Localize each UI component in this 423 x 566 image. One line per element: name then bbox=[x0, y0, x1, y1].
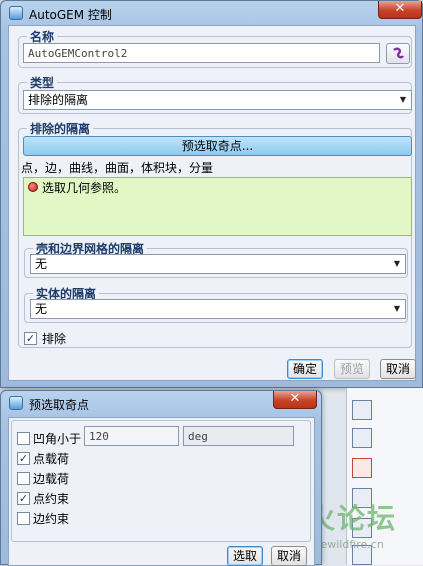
type-selected: 排除的隔离 bbox=[28, 93, 89, 107]
close-button[interactable]: ✕ bbox=[378, 1, 422, 19]
dialog-body: 名称 AutoGEMControl2 类型 排除的隔离 ▼ 排除的隔离 预选取奇… bbox=[8, 25, 416, 381]
exclude-label: 排除 bbox=[42, 332, 67, 346]
point-constraint-label: 点约束 bbox=[33, 492, 70, 506]
dialog-title: AutoGEM 控制 bbox=[29, 8, 112, 22]
point-load-checkbox[interactable]: ✓ bbox=[17, 452, 30, 465]
chevron-down-icon: ▼ bbox=[393, 304, 401, 313]
type-legend: 类型 bbox=[30, 76, 55, 90]
angle-unit: deg bbox=[183, 426, 294, 446]
exclude-checkbox[interactable]: ✓ bbox=[24, 332, 37, 345]
reference-collector[interactable]: 选取几何参照。 bbox=[23, 177, 412, 236]
angle-input[interactable]: 120 bbox=[84, 426, 179, 446]
edge-load-label: 边载荷 bbox=[33, 472, 70, 486]
close-button[interactable]: ✕ bbox=[273, 391, 317, 409]
cancel-button[interactable]: 取消 bbox=[271, 546, 307, 566]
squiggle-icon bbox=[393, 47, 404, 59]
dialog-titlebar[interactable]: AutoGEM 控制 ✕ bbox=[1, 1, 422, 25]
rename-button[interactable] bbox=[386, 43, 410, 64]
chevron-down-icon: ▼ bbox=[393, 259, 401, 268]
solid-isolation-selected: 无 bbox=[35, 302, 48, 316]
solid-isolation-select[interactable]: 无 ▼ bbox=[30, 299, 406, 319]
preselect-title: 预选取奇点 bbox=[29, 398, 90, 412]
autogem-control-dialog: AutoGEM 控制 ✕ 名称 AutoGEMControl2 类型 排除的隔离… bbox=[0, 0, 423, 388]
cancel-button[interactable]: 取消 bbox=[380, 359, 416, 379]
name-input[interactable]: AutoGEMControl2 bbox=[23, 43, 380, 63]
exclusion-legend: 排除的隔离 bbox=[30, 122, 91, 136]
shell-isolation-select[interactable]: 无 ▼ bbox=[30, 254, 406, 274]
edge-load-checkbox[interactable] bbox=[17, 472, 30, 485]
close-icon: ✕ bbox=[289, 391, 301, 406]
close-icon: ✕ bbox=[394, 1, 406, 16]
app-icon bbox=[9, 396, 23, 410]
chevron-down-icon: ▼ bbox=[399, 95, 407, 104]
select-button[interactable]: 选取 bbox=[227, 546, 263, 566]
ok-button[interactable]: 确定 bbox=[287, 359, 323, 379]
toolbar-icon[interactable] bbox=[352, 428, 372, 448]
concave-angle-checkbox[interactable] bbox=[17, 432, 30, 445]
point-load-label: 点载荷 bbox=[33, 452, 70, 466]
point-constraint-checkbox[interactable]: ✓ bbox=[17, 492, 30, 505]
error-dot-icon bbox=[28, 182, 38, 192]
preview-button[interactable]: 预览 bbox=[334, 359, 370, 379]
type-select[interactable]: 排除的隔离 ▼ bbox=[23, 90, 412, 110]
collector-prompt: 选取几何参照。 bbox=[42, 181, 127, 195]
edge-constraint-checkbox[interactable] bbox=[17, 512, 30, 525]
preselect-singularities-dialog: 预选取奇点 ✕ 凹角小于 120 deg ✓ 点载荷 边载荷 ✓ 点约束 边约束… bbox=[0, 390, 322, 566]
reference-types-hint: 点，边，曲线，曲面，体积块，分量 bbox=[21, 161, 214, 175]
preselect-titlebar[interactable]: 预选取奇点 ✕ bbox=[1, 391, 321, 415]
shell-isolation-selected: 无 bbox=[35, 257, 48, 271]
concave-angle-label: 凹角小于 bbox=[33, 432, 82, 446]
toolbar-icon[interactable] bbox=[352, 400, 372, 420]
toolbar-icon[interactable] bbox=[352, 458, 372, 478]
app-icon bbox=[9, 6, 23, 20]
edge-constraint-label: 边约束 bbox=[33, 512, 70, 526]
preselect-singularities-button[interactable]: 预选取奇点... bbox=[23, 136, 412, 156]
preselect-body: 凹角小于 120 deg ✓ 点载荷 边载荷 ✓ 点约束 边约束 选取 取消 bbox=[8, 417, 315, 566]
